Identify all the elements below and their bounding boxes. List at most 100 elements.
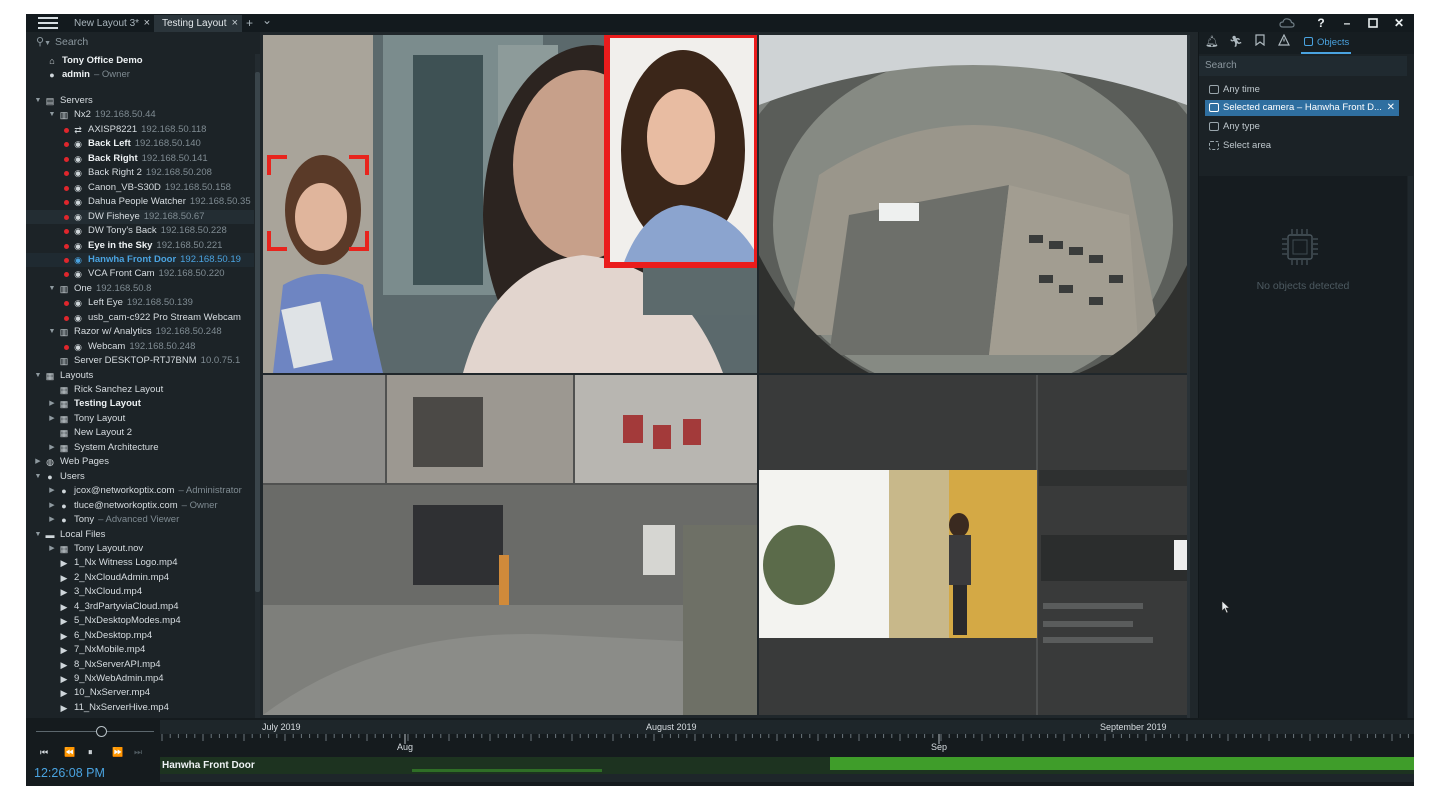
- tree-item[interactable]: ▶ 10_NxServer.mp4: [26, 686, 254, 701]
- jump-to-live-button[interactable]: ⏭: [134, 746, 142, 758]
- tree-item[interactable]: ▼ ▦ Layouts: [26, 369, 254, 384]
- camera-recording-track[interactable]: Hanwha Front Door: [160, 757, 1414, 774]
- tree-item[interactable]: ▶ 6_NxDesktop.mp4: [26, 629, 254, 644]
- timeline-ruler[interactable]: [160, 734, 1414, 756]
- filter-time[interactable]: Any time: [1205, 82, 1399, 98]
- add-tab-icon[interactable]: +: [246, 14, 253, 32]
- tree-item[interactable]: ▶ ▦ Testing Layout: [26, 397, 254, 412]
- collapse-arrow-icon[interactable]: ▼: [48, 108, 56, 123]
- tree-item[interactable]: ◉ Dahua People Watcher 192.168.50.35: [26, 195, 254, 210]
- close-window-button[interactable]: ✕: [1386, 14, 1412, 32]
- main-menu-icon[interactable]: [38, 16, 58, 30]
- tree-item[interactable]: ◉ Back Left 192.168.50.140: [26, 137, 254, 152]
- rewind-button[interactable]: ⏪: [64, 746, 75, 758]
- tree-item[interactable]: ▶ ▦ System Architecture: [26, 441, 254, 456]
- close-tab-icon[interactable]: ×: [144, 15, 150, 32]
- tree-item[interactable]: ◉ DW Fisheye 192.168.50.67: [26, 209, 254, 225]
- current-user-row[interactable]: ● admin – Owner: [26, 68, 254, 83]
- tree-item[interactable]: ▶ 11_NxServerHive.mp4: [26, 701, 254, 716]
- tree-item[interactable]: ▶ 4_3rdPartyviaCloud.mp4: [26, 600, 254, 615]
- collapse-arrow-icon[interactable]: ▼: [34, 470, 42, 485]
- tree-item[interactable]: ▼ ▥ Nx2 192.168.50.44: [26, 108, 254, 123]
- warning-icon[interactable]: [1277, 33, 1291, 50]
- tree-item[interactable]: ◉ DW Tony's Back 192.168.50.228: [26, 224, 254, 239]
- tree-item[interactable]: ◉ Left Eye 192.168.50.139: [26, 296, 254, 311]
- tree-item[interactable]: ▶ 8_NxServerAPI.mp4: [26, 658, 254, 673]
- tree-item[interactable]: ▶ ◍ Web Pages: [26, 455, 254, 470]
- tree-item[interactable]: ▶ 1_Nx Witness Logo.mp4: [26, 556, 254, 571]
- expand-arrow-icon[interactable]: ▶: [48, 397, 56, 412]
- collapse-arrow-icon[interactable]: ▼: [48, 282, 56, 297]
- tree-item[interactable]: ◉ Hanwha Front Door 192.168.50.19: [26, 252, 254, 268]
- camera-tile-webcam[interactable]: [759, 375, 1187, 715]
- motion-icon[interactable]: 🏃︎: [1229, 34, 1243, 50]
- tree-item[interactable]: ▶ 2_NxCloudAdmin.mp4: [26, 571, 254, 586]
- tabs-dropdown-icon[interactable]: ⌄: [262, 14, 272, 29]
- timeline-scrollbar[interactable]: [160, 774, 1414, 782]
- pause-button[interactable]: ⏸: [88, 746, 93, 758]
- tree-item[interactable]: ◉ Back Right 192.168.50.141: [26, 152, 254, 167]
- maximize-button[interactable]: [1360, 14, 1386, 32]
- objects-search-input[interactable]: Search: [1199, 56, 1407, 76]
- expand-arrow-icon[interactable]: ▶: [48, 441, 56, 456]
- tree-item[interactable]: ◉ VCA Front Cam 192.168.50.220: [26, 267, 254, 282]
- camera-tile-dw-fisheye[interactable]: [759, 35, 1187, 373]
- system-name-row[interactable]: ⌂ Tony Office Demo: [26, 54, 254, 69]
- layout-scrollbar[interactable]: [1187, 35, 1190, 718]
- objects-scrollbar[interactable]: [1408, 176, 1413, 718]
- expand-arrow-icon[interactable]: ▶: [48, 499, 56, 514]
- tree-item[interactable]: ▼ ▤ Servers: [26, 94, 254, 109]
- fast-forward-button[interactable]: ⏩: [112, 746, 123, 758]
- help-button[interactable]: ?: [1308, 14, 1334, 32]
- tree-item[interactable]: ⇄ AXISP8221 192.168.50.118: [26, 123, 254, 138]
- expand-arrow-icon[interactable]: ▶: [48, 412, 56, 427]
- expand-arrow-icon[interactable]: ▶: [48, 484, 56, 499]
- bookmark-icon[interactable]: [1253, 34, 1267, 50]
- timeline-months-bar[interactable]: July 2019 August 2019 September 2019: [160, 720, 1414, 734]
- filter-type[interactable]: Any type: [1205, 119, 1399, 135]
- tree-item[interactable]: ▶ 5_NxDesktopModes.mp4: [26, 614, 254, 629]
- tree-item[interactable]: ▦ Rick Sanchez Layout: [26, 383, 254, 398]
- cloud-icon[interactable]: [1279, 17, 1295, 29]
- expand-arrow-icon[interactable]: ▶: [34, 455, 42, 470]
- minimize-button[interactable]: –: [1334, 14, 1360, 32]
- tree-item[interactable]: ▼ ▥ Razor w/ Analytics 192.168.50.248: [26, 325, 254, 340]
- filter-area[interactable]: Select area: [1205, 138, 1399, 154]
- tree-item[interactable]: ▶ 9_NxWebAdmin.mp4: [26, 672, 254, 687]
- collapse-arrow-icon[interactable]: ▼: [34, 369, 42, 384]
- jump-to-start-button[interactable]: ⏮: [40, 746, 48, 758]
- resource-search-input[interactable]: ⚲▼ Search: [26, 32, 260, 52]
- filter-camera[interactable]: Selected camera – Hanwha Front D... ✕: [1205, 100, 1399, 116]
- tree-item[interactable]: ▼ ▥ One 192.168.50.8: [26, 282, 254, 297]
- close-tab-icon[interactable]: ×: [232, 15, 238, 32]
- tree-item[interactable]: ▦ New Layout 2: [26, 426, 254, 441]
- tab-testing-layout[interactable]: Testing Layout ×: [154, 15, 242, 32]
- clear-camera-filter-icon[interactable]: ✕: [1387, 100, 1395, 116]
- notifications-bell-icon[interactable]: 🔔︎: [1205, 34, 1219, 50]
- tab-objects[interactable]: Objects: [1301, 32, 1351, 54]
- tree-item[interactable]: ▼ ▬ Local Files: [26, 528, 254, 543]
- volume-slider-knob[interactable]: [95, 726, 107, 737]
- tree-item[interactable]: ◉ Eye in the Sky 192.168.50.221: [26, 239, 254, 254]
- collapse-arrow-icon[interactable]: ▼: [34, 94, 42, 109]
- tree-item[interactable]: ▶ ▦ Tony Layout: [26, 412, 254, 427]
- collapse-arrow-icon[interactable]: ▼: [48, 325, 56, 340]
- tree-item[interactable]: ▥ Server DESKTOP-RTJ7BNM 10.0.75.1: [26, 354, 254, 369]
- tree-item[interactable]: ◉ usb_cam-c922 Pro Stream Webcam: [26, 311, 254, 326]
- tree-item[interactable]: ▶ 3_NxCloud.mp4: [26, 585, 254, 600]
- tab-new-layout-3[interactable]: New Layout 3* ×: [66, 15, 154, 32]
- camera-tile-multiview[interactable]: [263, 375, 757, 715]
- tree-item[interactable]: ▶ ● jcox@networkoptix.com – Administrator: [26, 484, 254, 499]
- tree-item[interactable]: ◉ Back Right 2 192.168.50.208: [26, 166, 254, 181]
- tree-item[interactable]: ▶ ● Tony – Advanced Viewer: [26, 513, 254, 528]
- tree-item[interactable]: ◉ Webcam 192.168.50.248: [26, 340, 254, 355]
- expand-arrow-icon[interactable]: ▶: [48, 513, 56, 528]
- tree-item[interactable]: ▶ ● tluce@networkoptix.com – Owner: [26, 499, 254, 514]
- tree-item[interactable]: ◉ Canon_VB-S30D 192.168.50.158: [26, 181, 254, 196]
- tree-item[interactable]: ▶ ▦ Tony Layout.nov: [26, 542, 254, 557]
- collapse-arrow-icon[interactable]: ▼: [34, 528, 42, 543]
- tree-item[interactable]: ▶ 7_NxMobile.mp4: [26, 643, 254, 658]
- expand-arrow-icon[interactable]: ▶: [48, 542, 56, 557]
- tree-item[interactable]: ▼ ● Users: [26, 470, 254, 485]
- camera-tile-hanwha-front-door[interactable]: [263, 35, 757, 373]
